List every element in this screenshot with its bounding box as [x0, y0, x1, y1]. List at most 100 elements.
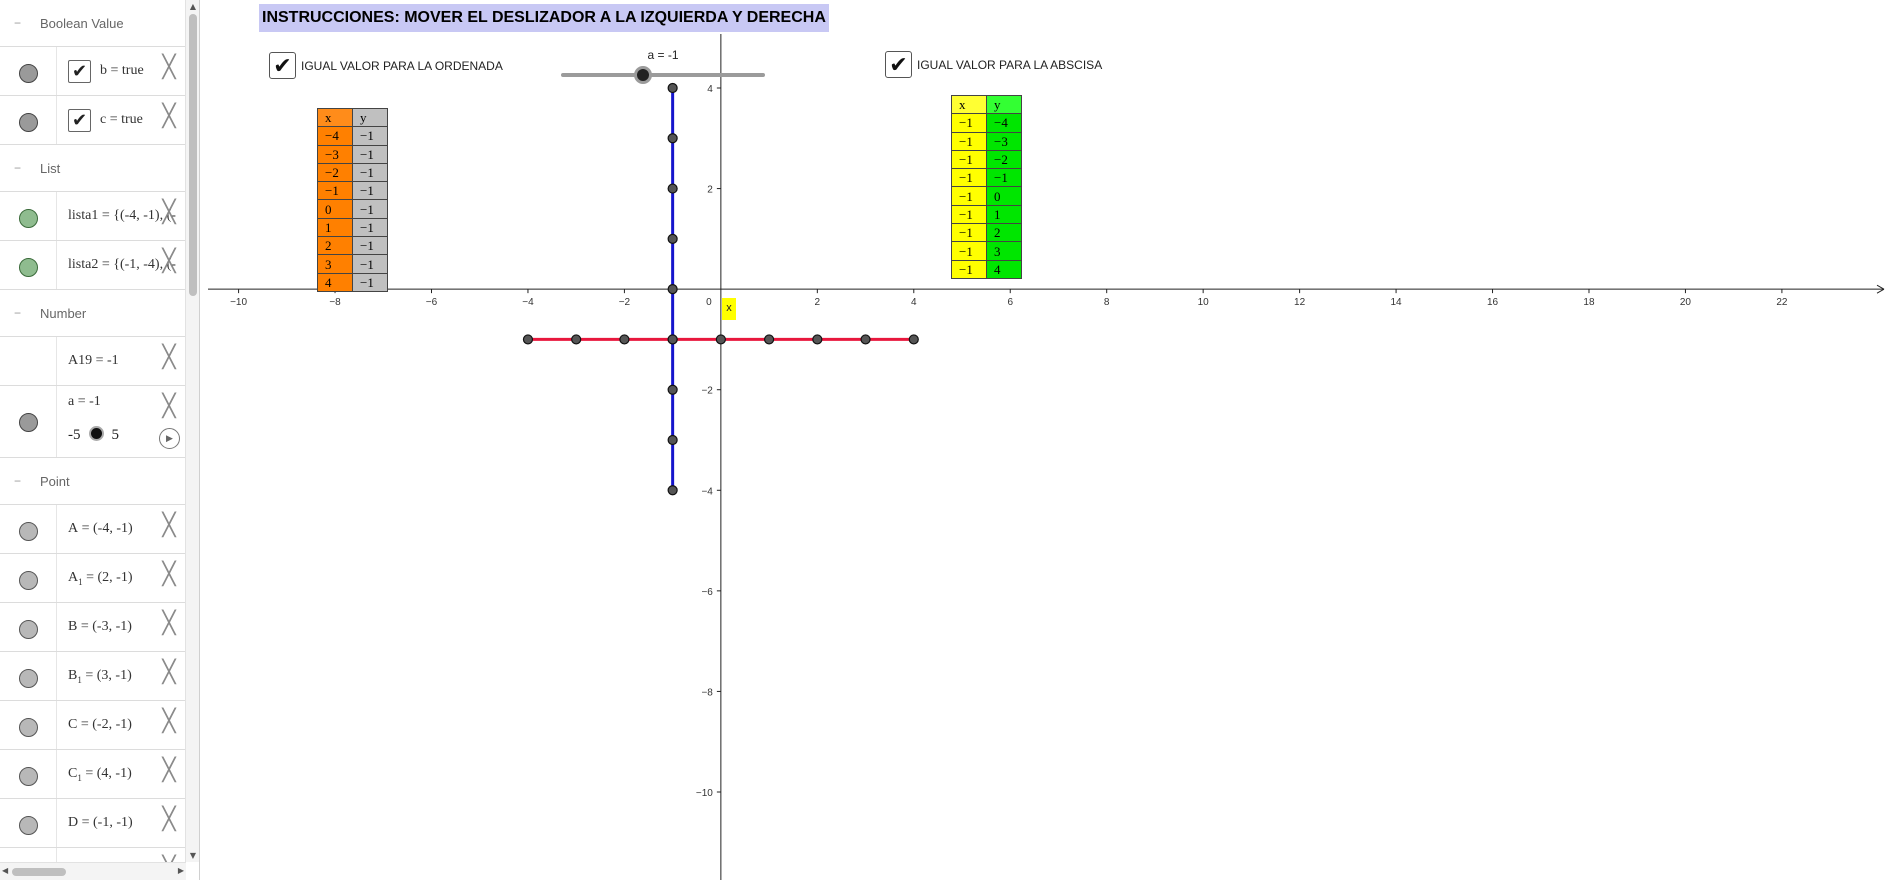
point-vertical[interactable]	[667, 133, 678, 144]
close-icon[interactable]: ╳	[158, 251, 180, 273]
category-list[interactable]: − List	[0, 145, 186, 192]
point-horizontal[interactable]	[860, 334, 871, 345]
visibility-marble[interactable]	[19, 522, 38, 541]
checkbox-same-ordinate[interactable]: ✔ IGUAL VALOR PARA LA ORDENADA	[269, 52, 529, 80]
instructions-text: INSTRUCCIONES: MOVER EL DESLIZADOR A LA …	[259, 4, 829, 32]
point-horizontal[interactable]	[812, 334, 823, 345]
close-icon[interactable]: ╳	[158, 711, 180, 733]
point-horizontal[interactable]	[908, 334, 919, 345]
algebra-item-a[interactable]: a = -1 -5 5 ╳ ▶	[0, 386, 186, 458]
collapse-icon[interactable]: −	[11, 307, 24, 321]
table-cell-y: −1	[986, 168, 1022, 188]
vertical-scrollbar[interactable]: ▲ ▼	[185, 0, 199, 862]
visibility-marble[interactable]	[19, 413, 38, 432]
category-point[interactable]: − Point	[0, 458, 186, 505]
scroll-up-icon[interactable]: ▲	[186, 2, 199, 11]
visibility-marble[interactable]	[19, 571, 38, 590]
visibility-marble[interactable]	[19, 669, 38, 688]
close-icon[interactable]: ╳	[158, 515, 180, 537]
horizontal-scrollbar[interactable]: ◀ ▶	[0, 862, 186, 880]
visibility-marble[interactable]	[19, 209, 38, 228]
axis-x-label: x	[722, 298, 736, 320]
checkbox-icon[interactable]: ✔	[885, 51, 912, 78]
collapse-icon[interactable]: −	[11, 162, 24, 176]
collapse-icon[interactable]: −	[11, 17, 24, 31]
scroll-thumb[interactable]	[189, 14, 197, 296]
point-horizontal[interactable]	[763, 334, 775, 345]
slider-knob[interactable]	[88, 426, 104, 441]
table-cell-x: −1	[951, 168, 987, 188]
boolean-checkbox-b[interactable]: ✔	[68, 60, 91, 83]
algebra-slider[interactable]: -5 5	[68, 426, 119, 444]
table-cell-y: −1	[352, 236, 388, 256]
x-tick-label: 0	[706, 297, 712, 308]
algebra-item-point[interactable]: B = (-3, -1) ╳	[0, 603, 186, 652]
x-tick-label: 10	[1198, 297, 1210, 308]
algebra-item-A19[interactable]: A19 = -1 ╳	[0, 337, 186, 386]
point-horizontal[interactable]	[571, 334, 582, 345]
algebra-item-point[interactable]: C1 = (4, -1) ╳	[0, 750, 186, 799]
slider-track[interactable]	[561, 73, 765, 77]
point-vertical[interactable]	[667, 485, 678, 496]
checkbox-same-abscissa[interactable]: ✔ IGUAL VALOR PARA LA ABSCISA	[885, 51, 1145, 79]
point-horizontal[interactable]	[522, 334, 534, 345]
close-icon[interactable]: ╳	[158, 760, 180, 782]
scroll-right-icon[interactable]: ▶	[178, 866, 184, 875]
slider-knob[interactable]	[633, 66, 652, 84]
algebra-item-lista1[interactable]: lista1 = {(-4, -1), (- ╳	[0, 192, 186, 241]
point-name: A	[68, 521, 79, 536]
visibility-marble[interactable]	[19, 816, 38, 835]
algebra-item-point[interactable]: C = (-2, -1) ╳	[0, 701, 186, 750]
close-icon[interactable]: ╳	[158, 396, 180, 418]
checkbox-icon[interactable]: ✔	[269, 52, 296, 79]
scroll-down-icon[interactable]: ▼	[186, 851, 199, 860]
point-vertical[interactable]	[667, 334, 678, 345]
visibility-marble[interactable]	[19, 767, 38, 786]
point-horizontal[interactable]	[619, 334, 630, 345]
x-tick-label: 4	[911, 297, 917, 308]
algebra-item-b[interactable]: ✔ b = true ╳	[0, 47, 186, 96]
visibility-marble[interactable]	[19, 620, 38, 639]
category-number[interactable]: − Number	[0, 290, 186, 337]
close-icon[interactable]: ╳	[158, 106, 180, 128]
graphics-view[interactable]: −10 −8 −6 −4 −2 0 2 4 6 8 10 12 14 16 18 20 22 4 2 −2 −4 −6 −8…	[200, 0, 1888, 880]
table-cell-x: 1	[317, 217, 353, 238]
close-icon[interactable]: ╳	[158, 57, 180, 79]
close-icon[interactable]: ╳	[158, 347, 180, 369]
algebra-item-lista2[interactable]: lista2 = {(-1, -4), (- ╳	[0, 241, 186, 290]
scroll-left-icon[interactable]: ◀	[2, 866, 8, 875]
point-name: B	[68, 668, 78, 683]
table-cell-x: −1	[951, 223, 987, 243]
play-icon[interactable]: ▶	[159, 428, 180, 449]
table-cell-x: −1	[317, 181, 353, 201]
slider-a[interactable]: a = -1	[558, 48, 768, 88]
visibility-marble[interactable]	[19, 64, 38, 83]
coordinate-plane[interactable]: −10 −8 −6 −4 −2 0 2 4 6 8 10 12 14 16 18 20 2242−2−4−6−8…	[200, 0, 1888, 880]
algebra-item-point[interactable]: D = (-1, -1) ╳	[0, 799, 186, 848]
algebra-item-point[interactable]: D1 = (-1, -4)╳	[0, 848, 186, 862]
algebra-item-point[interactable]: A1 = (2, -1) ╳	[0, 554, 186, 603]
close-icon[interactable]: ╳	[158, 564, 180, 586]
point-value: = (-3, -1)	[77, 619, 132, 634]
close-icon[interactable]: ╳	[158, 202, 180, 224]
visibility-marble[interactable]	[19, 258, 38, 277]
collapse-icon[interactable]: −	[11, 475, 24, 489]
point-vertical[interactable]	[667, 233, 678, 244]
point-vertical[interactable]	[667, 384, 678, 395]
point-vertical[interactable]	[667, 284, 678, 295]
point-horizontal[interactable]	[715, 334, 726, 345]
category-boolean[interactable]: − Boolean Value	[0, 0, 186, 47]
algebra-item-point[interactable]: B1 = (3, -1) ╳	[0, 652, 186, 701]
visibility-marble[interactable]	[19, 113, 38, 132]
point-vertical[interactable]	[667, 183, 678, 194]
close-icon[interactable]: ╳	[158, 662, 180, 684]
close-icon[interactable]: ╳	[158, 809, 180, 831]
algebra-item-c[interactable]: ✔ c = true ╳	[0, 96, 186, 145]
close-icon[interactable]: ╳	[158, 613, 180, 635]
point-vertical[interactable]	[667, 434, 678, 446]
scroll-thumb[interactable]	[12, 868, 66, 876]
boolean-checkbox-c[interactable]: ✔	[68, 109, 91, 132]
point-name: B	[68, 619, 78, 634]
visibility-marble[interactable]	[19, 718, 38, 737]
algebra-item-point[interactable]: A = (-4, -1) ╳	[0, 505, 186, 554]
